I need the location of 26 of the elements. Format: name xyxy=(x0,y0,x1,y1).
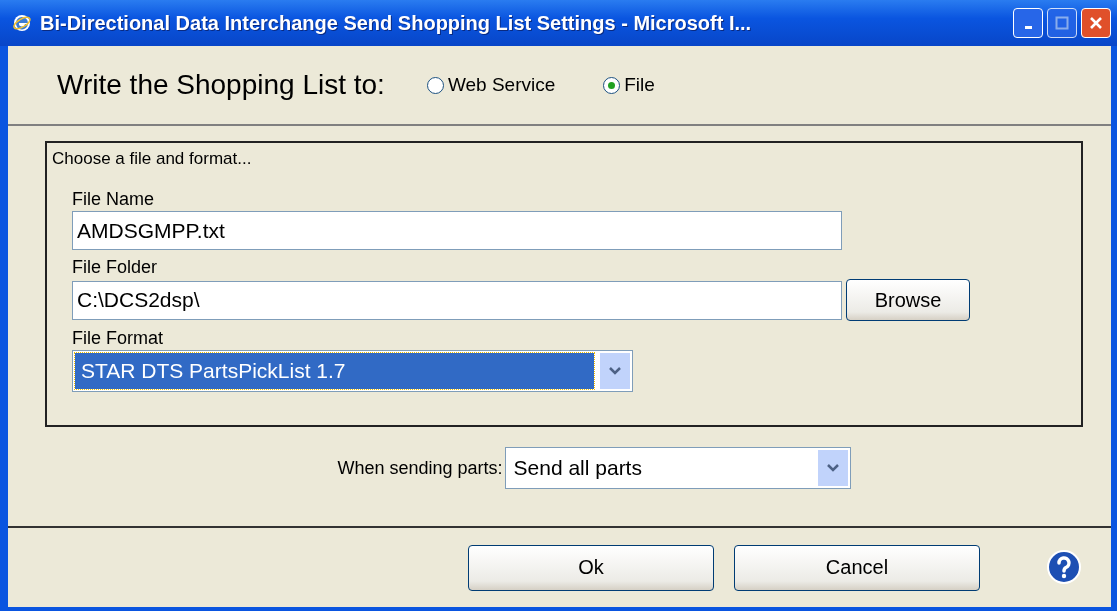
dialog-button[interactable]: Cancel xyxy=(734,544,980,591)
section-heading: Write the Shopping List to: xyxy=(57,69,385,101)
close-icon xyxy=(1089,16,1103,30)
close-button[interactable] xyxy=(1081,8,1111,38)
browser-icon xyxy=(12,13,32,33)
send-parts-dropdown[interactable]: Send all parts xyxy=(504,447,851,489)
group-title: Choose a file and format... xyxy=(52,149,252,168)
help-icon[interactable] xyxy=(1046,548,1084,587)
radio-option[interactable]: Web Service xyxy=(426,74,556,96)
field-label: File Folder xyxy=(72,256,158,279)
window-title: Bi-Directional Data Interchange Send Shopping List Settings - Microsoft I... xyxy=(40,11,753,35)
field-label: File Name xyxy=(72,188,155,211)
field-label: File Format xyxy=(72,327,163,350)
radio-button[interactable] xyxy=(426,76,444,94)
field-label: When sending parts: xyxy=(337,457,503,479)
radio-option[interactable]: File xyxy=(603,74,655,96)
file-name-field[interactable]: AMDSGMPP.txt xyxy=(72,211,842,250)
minimize-icon xyxy=(1024,25,1032,29)
browse-button[interactable]: Browse xyxy=(846,279,970,321)
radio-button[interactable] xyxy=(603,76,621,94)
dialog-button[interactable]: Ok xyxy=(468,544,714,591)
file-folder-field[interactable]: C:\DCS2dsp\ xyxy=(72,280,842,320)
maximize-icon xyxy=(1055,16,1069,30)
minimize-button[interactable] xyxy=(1013,8,1043,38)
file-format-dropdown[interactable]: STAR DTS PartsPickList 1.7 xyxy=(72,350,633,392)
maximize-button[interactable] xyxy=(1047,8,1077,38)
